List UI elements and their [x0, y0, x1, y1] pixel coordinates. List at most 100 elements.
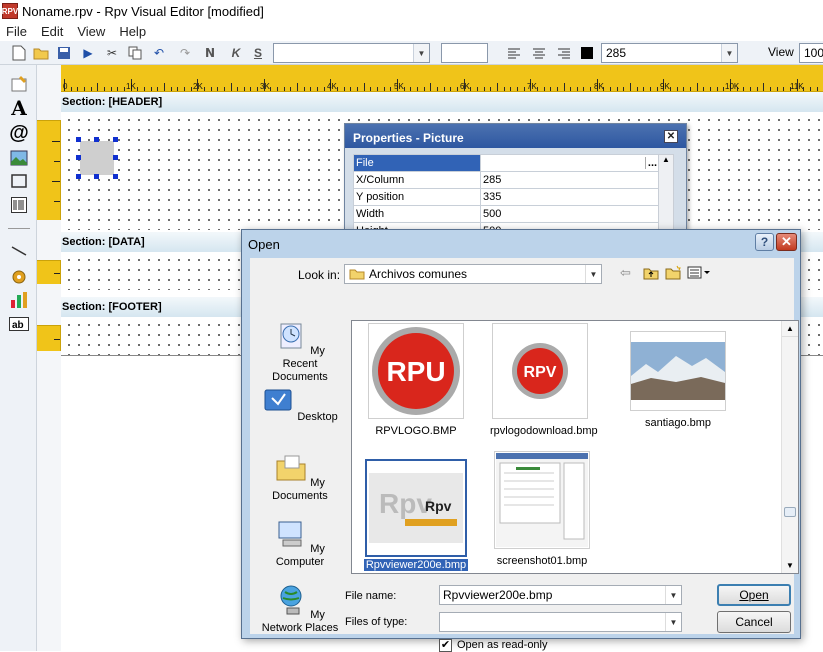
underline-icon[interactable]: S [249, 44, 267, 62]
file-item[interactable]: screenshot01.bmp [492, 451, 592, 567]
text-tool-icon[interactable]: A [8, 96, 30, 120]
open-button[interactable]: Open [717, 584, 791, 606]
font-name-combo[interactable]: ▼ [273, 43, 430, 63]
chart-tool-icon[interactable] [8, 289, 30, 311]
scroll-up-icon[interactable]: ▲ [782, 321, 798, 337]
browse-button[interactable]: ... [645, 157, 659, 169]
resize-handle[interactable] [113, 137, 118, 142]
up-folder-icon[interactable] [643, 266, 659, 280]
font-size-field[interactable] [441, 43, 488, 63]
play-icon[interactable]: ▶ [79, 44, 97, 62]
look-in-combo[interactable]: Archivos comunes ▼ [344, 264, 602, 284]
menu-view[interactable]: View [77, 24, 105, 39]
cancel-button[interactable]: Cancel [717, 611, 791, 633]
zoom-field[interactable]: 100 [799, 43, 823, 63]
place-desktop[interactable]: Desktop [260, 386, 340, 424]
file-item[interactable]: RPV rpvlogodownload.bmp [490, 323, 598, 437]
file-list[interactable]: RPU RPVLOGO.BMP RPV rpvlogodownload.bmp … [351, 320, 799, 574]
settings-tool-icon[interactable] [8, 266, 30, 288]
chevron-down-icon[interactable]: ▼ [585, 265, 601, 283]
place-computer[interactable]: My Computer [260, 518, 340, 569]
properties-scrollbar[interactable]: ▲ [658, 154, 674, 232]
new-file-icon[interactable] [10, 44, 28, 62]
file-list-scrollbar[interactable]: ▲ ▼ [781, 321, 798, 573]
color-picker-icon[interactable] [578, 44, 596, 62]
undo-icon[interactable]: ↶ [150, 44, 168, 62]
resize-handle[interactable] [76, 174, 81, 179]
property-row[interactable]: X/Column 285 [353, 171, 660, 189]
ruler-tick [317, 87, 319, 91]
look-in-value: Archivos comunes [369, 267, 468, 281]
copy-icon[interactable] [126, 44, 144, 62]
align-right-icon[interactable] [555, 44, 573, 62]
align-left-icon[interactable] [505, 44, 523, 62]
property-value[interactable]: ... [480, 154, 660, 172]
readonly-label: Open as read-only [457, 639, 548, 651]
save-icon[interactable] [55, 44, 73, 62]
ruler-tick [756, 87, 758, 91]
scroll-down-icon[interactable]: ▼ [782, 557, 798, 573]
picture-placeholder[interactable] [80, 141, 114, 175]
menu-help[interactable]: Help [119, 24, 146, 39]
close-icon[interactable]: ✕ [664, 130, 678, 143]
ruler-tick [217, 87, 219, 91]
vertical-ruler-header [37, 120, 61, 220]
resize-handle[interactable] [113, 155, 118, 160]
property-value[interactable]: 500 [480, 205, 660, 223]
label-tool-icon[interactable]: ab [8, 313, 30, 335]
resize-handle[interactable] [76, 155, 81, 160]
ruler-tick [643, 87, 645, 91]
resize-handle[interactable] [94, 137, 99, 142]
property-value[interactable]: 335 [480, 188, 660, 206]
field-tool-icon[interactable]: @ [8, 122, 30, 144]
ruler-tick [77, 87, 79, 91]
barcode-tool-icon[interactable] [8, 194, 30, 216]
vertical-ruler-data [37, 260, 61, 284]
position-combo[interactable]: 285 ▼ [601, 43, 738, 63]
resize-handle[interactable] [94, 174, 99, 179]
ruler-tick [143, 87, 145, 91]
chevron-down-icon[interactable]: ▼ [413, 44, 429, 62]
ruler-tick [323, 87, 325, 91]
chevron-down-icon[interactable]: ▼ [721, 44, 737, 62]
picture-tool-icon[interactable] [8, 147, 30, 169]
open-folder-icon[interactable] [32, 44, 50, 62]
scroll-up-icon[interactable]: ▲ [659, 155, 673, 169]
place-documents[interactable]: My Documents [260, 452, 340, 503]
file-name-input[interactable]: Rpvviewer200e.bmp ▼ [439, 585, 682, 605]
property-row[interactable]: Width 500 [353, 205, 660, 223]
file-type-combo[interactable]: ▼ [439, 612, 682, 632]
menu-file[interactable]: File [6, 24, 27, 39]
rectangle-tool-icon[interactable] [8, 170, 30, 192]
property-key: X/Column [353, 171, 481, 189]
back-arrow-icon[interactable]: ⇦ [620, 265, 631, 281]
property-row[interactable]: Y position 335 [353, 188, 660, 206]
menu-edit[interactable]: Edit [41, 24, 63, 39]
chevron-down-icon[interactable]: ▼ [665, 586, 681, 604]
readonly-checkbox[interactable]: ✔ [439, 639, 452, 652]
align-center-icon[interactable] [530, 44, 548, 62]
pointer-tool-icon[interactable] [8, 73, 30, 95]
line-tool-icon[interactable] [8, 240, 30, 262]
property-row[interactable]: File ... [353, 154, 660, 172]
place-recent[interactable]: My Recent Documents [260, 320, 340, 384]
file-item-selected[interactable]: Rpv Rpv Rpvviewer200e.bmp [364, 459, 468, 571]
close-icon[interactable]: ✕ [776, 233, 797, 251]
new-folder-icon[interactable] [665, 265, 681, 280]
ruler-label: 7K [527, 82, 537, 91]
ruler-tick [257, 87, 259, 91]
cut-icon[interactable]: ✂ [103, 44, 121, 62]
redo-icon[interactable]: ↷ [176, 44, 194, 62]
view-menu-icon[interactable] [687, 266, 711, 279]
resize-handle[interactable] [76, 137, 81, 142]
scroll-thumb[interactable] [784, 507, 796, 517]
property-value[interactable]: 285 [480, 171, 660, 189]
help-button[interactable]: ? [755, 233, 774, 251]
bold-icon[interactable]: N [201, 44, 219, 62]
place-network[interactable]: My Network Places [260, 584, 340, 635]
chevron-down-icon[interactable]: ▼ [665, 613, 681, 631]
file-item[interactable]: RPU RPVLOGO.BMP [366, 323, 466, 437]
italic-icon[interactable]: K [227, 44, 245, 62]
resize-handle[interactable] [113, 174, 118, 179]
file-item[interactable]: santiago.bmp [628, 331, 728, 429]
